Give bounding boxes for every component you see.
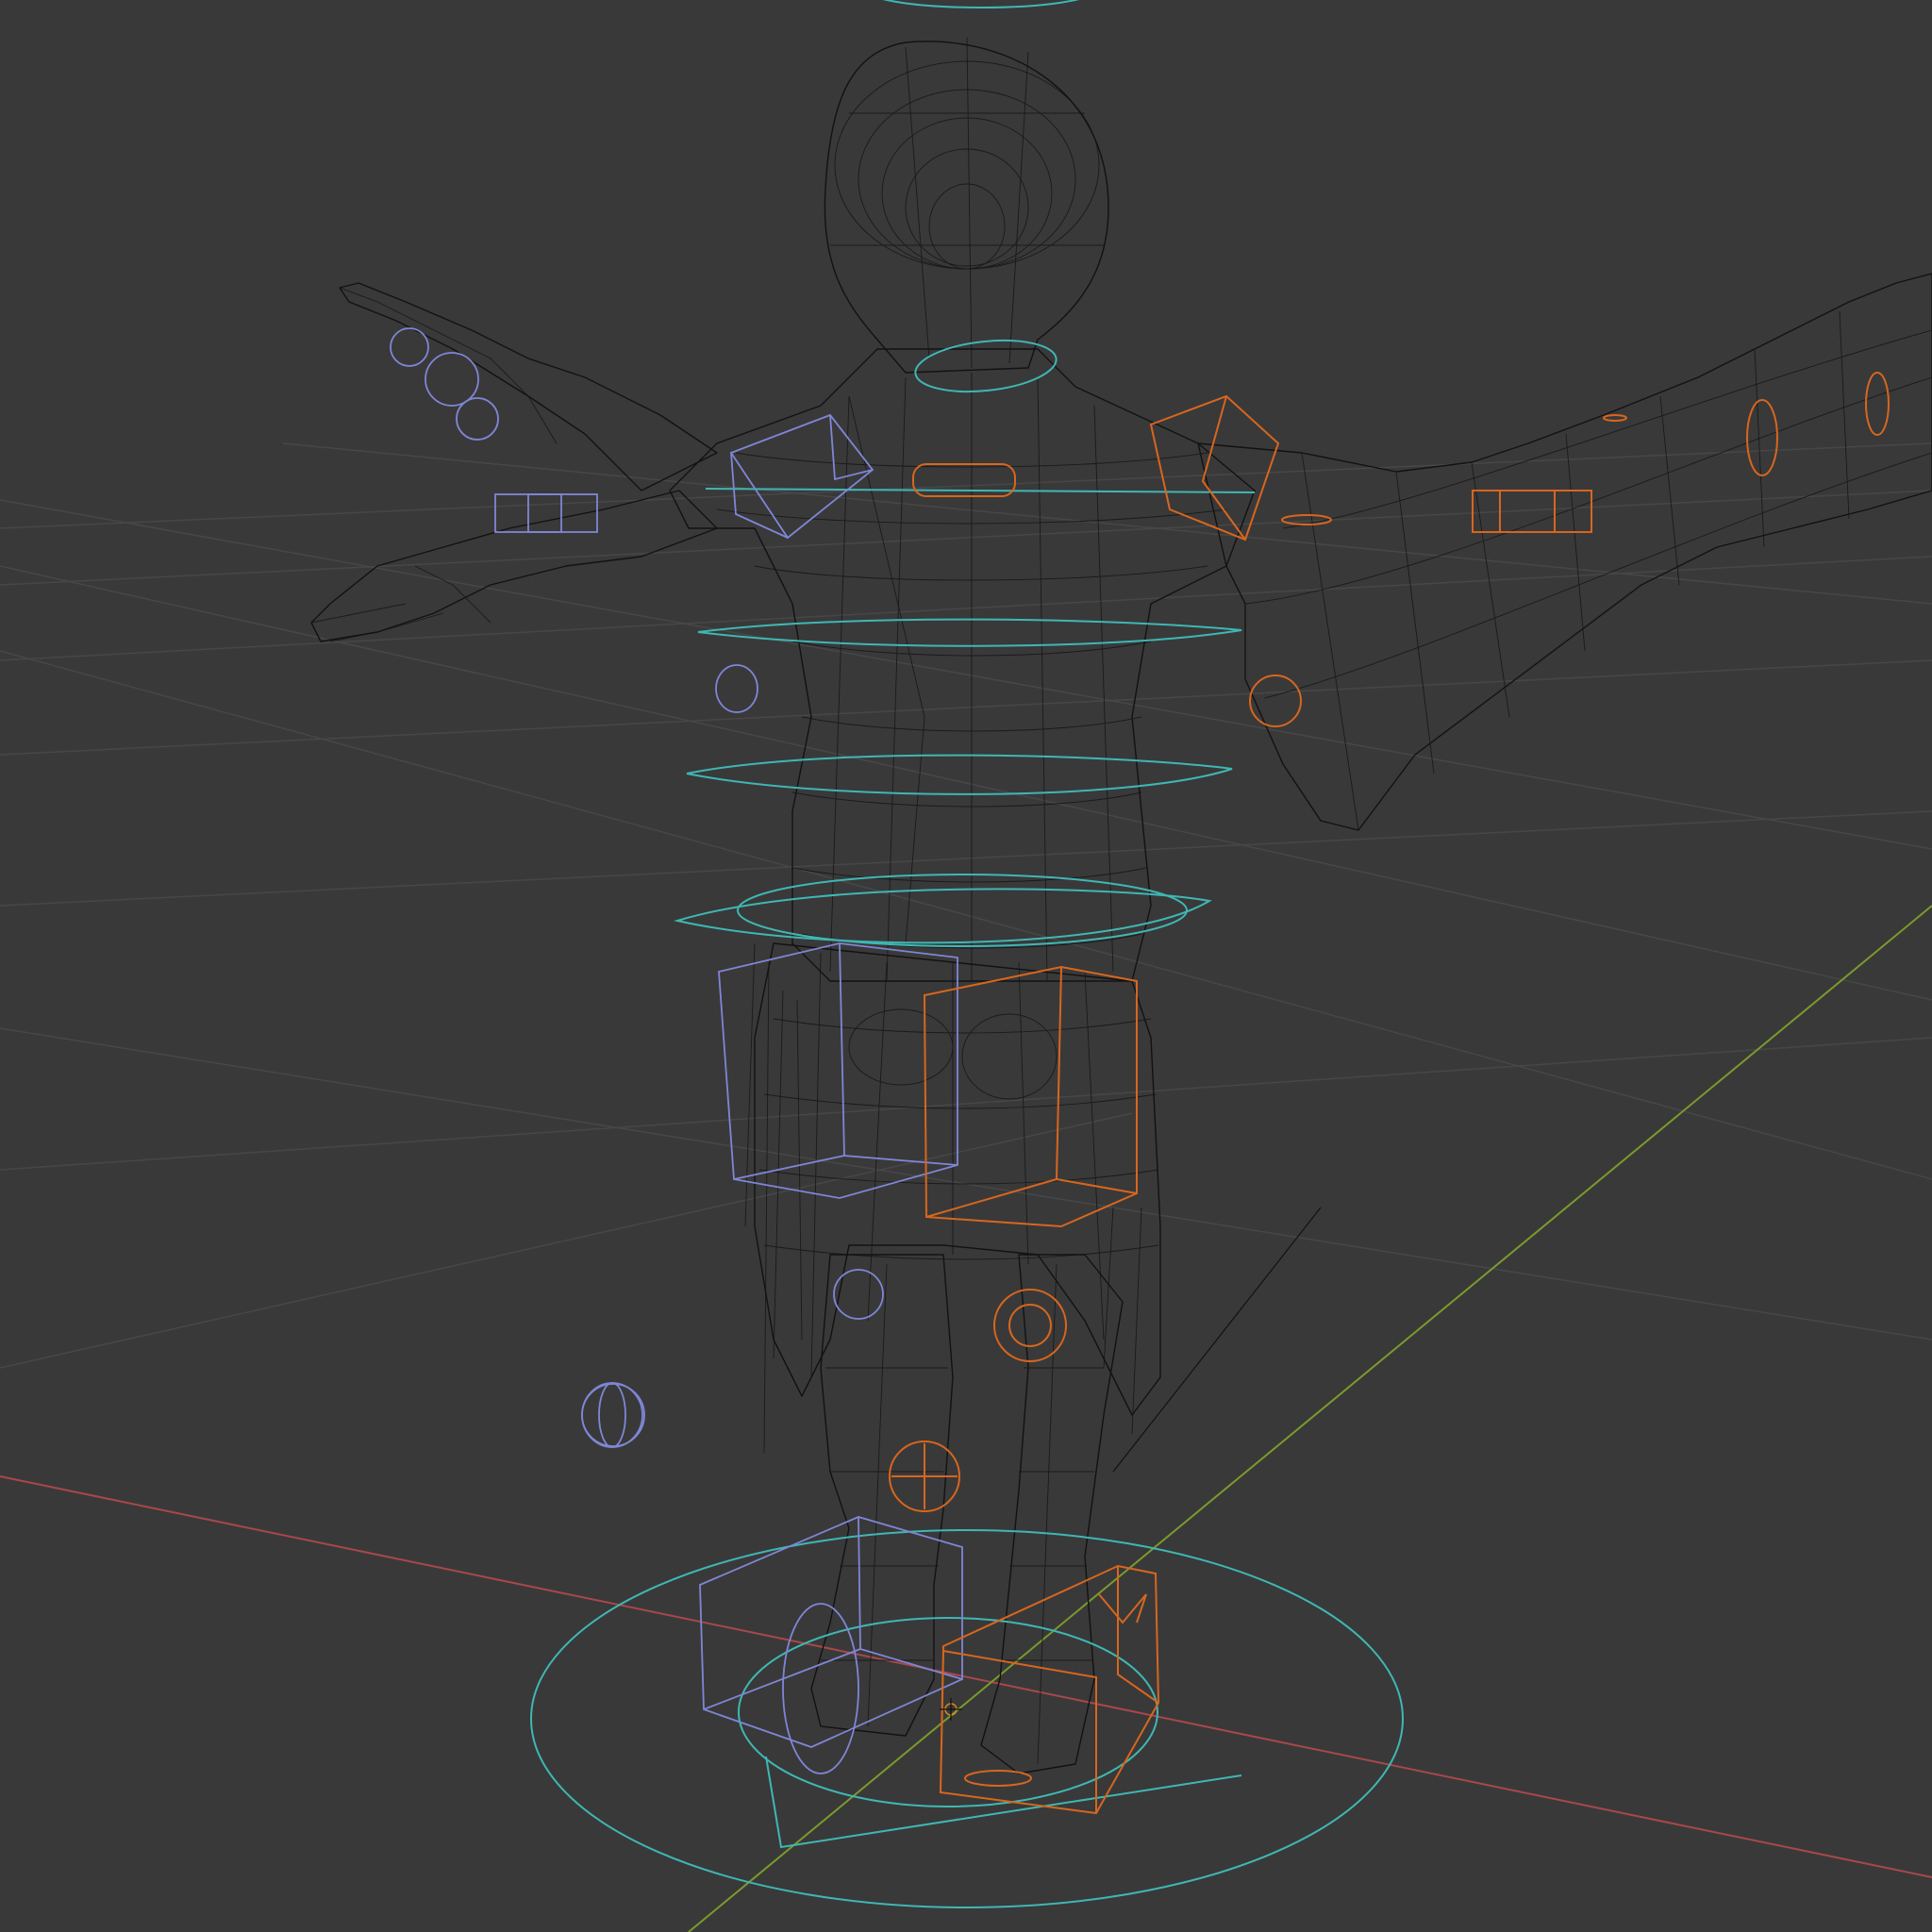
right-arm-mesh bbox=[1197, 273, 1932, 831]
left-finger-controller-1[interactable] bbox=[390, 327, 429, 367]
head-top-controller[interactable] bbox=[868, 0, 1094, 8]
3d-viewport[interactable] bbox=[0, 0, 1932, 1932]
hip-wire bbox=[758, 952, 1159, 1378]
left-shoulder-controller[interactable] bbox=[729, 413, 874, 540]
spine-mid-controller[interactable] bbox=[686, 754, 1233, 795]
rig-controllers[interactable] bbox=[390, 0, 1890, 1908]
root-controller[interactable] bbox=[530, 1529, 1404, 1908]
right-finger-controller-2[interactable] bbox=[1865, 372, 1890, 436]
root-inner-controller[interactable] bbox=[738, 1617, 1158, 1807]
right-hip-controller[interactable] bbox=[923, 965, 1138, 1228]
spine-upper-controller[interactable] bbox=[697, 618, 1242, 647]
left-knee-pole-controller-ring[interactable] bbox=[598, 1382, 626, 1448]
cloth-strands bbox=[744, 942, 1142, 1454]
left-arm-mesh bbox=[339, 282, 718, 491]
right-foot-controller[interactable] bbox=[939, 1564, 1160, 1815]
right-toe-controller[interactable] bbox=[1098, 1593, 1147, 1624]
right-elbow-pole-controller[interactable] bbox=[1249, 675, 1302, 727]
legs-wire bbox=[821, 1263, 1104, 1765]
left-wrist-controller-inner[interactable] bbox=[527, 493, 562, 533]
neck-controller[interactable] bbox=[913, 334, 1059, 397]
y-axis-line bbox=[688, 905, 1932, 1932]
pelvis-controller[interactable] bbox=[737, 874, 1188, 947]
left-elbow-pole-controller[interactable] bbox=[715, 664, 758, 713]
right-knee-controller-inner[interactable] bbox=[1008, 1304, 1052, 1347]
character-mesh[interactable] bbox=[310, 37, 1932, 1774]
left-ik-target-controller[interactable] bbox=[581, 1383, 645, 1447]
right-shoulder-controller[interactable] bbox=[1149, 394, 1280, 541]
left-finger-controller-2[interactable] bbox=[425, 352, 479, 407]
torso-mesh bbox=[669, 348, 1256, 982]
left-knee-controller[interactable] bbox=[833, 1269, 884, 1320]
left-heel-controller[interactable] bbox=[782, 1603, 859, 1774]
right-leg-mesh bbox=[980, 1254, 1124, 1774]
floor-grid bbox=[0, 442, 1932, 1369]
right-finger-controller-3[interactable] bbox=[1603, 414, 1627, 422]
head-mesh bbox=[824, 41, 1109, 374]
x-axis-line bbox=[0, 1475, 1932, 1878]
left-finger-controller-3[interactable] bbox=[456, 397, 499, 441]
right-knee-controller[interactable] bbox=[993, 1289, 1067, 1362]
viewport-canvas[interactable] bbox=[0, 0, 1932, 1932]
left-hand-mesh bbox=[310, 287, 558, 642]
right-heel-controller[interactable] bbox=[964, 1770, 1032, 1787]
